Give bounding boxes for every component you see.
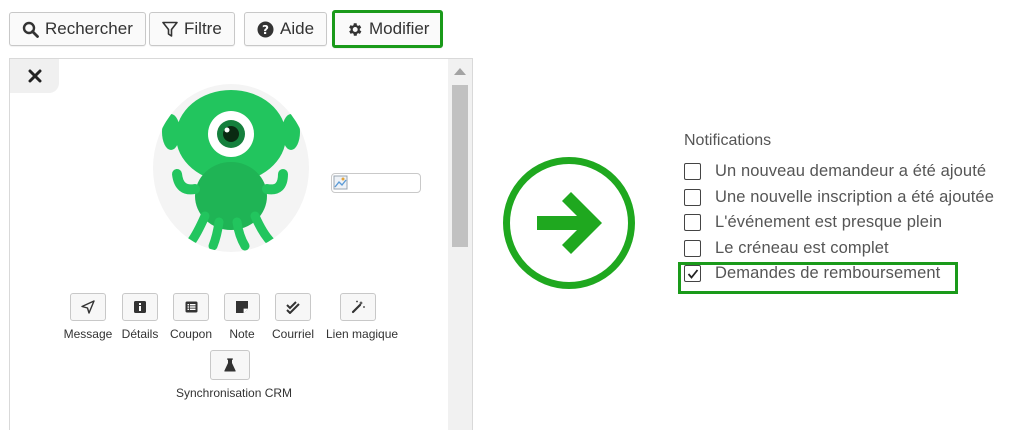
broken-image-icon: [333, 175, 348, 190]
note-action-button[interactable]: [224, 293, 260, 321]
notification-label: Une nouvelle inscription a été ajoutée: [715, 187, 994, 206]
magic-link-action-button[interactable]: [340, 293, 376, 321]
list-icon: [185, 301, 197, 313]
edit-button[interactable]: Modifier: [332, 10, 444, 48]
edit-button-label: Modifier: [369, 19, 430, 38]
arrow-right-icon: [537, 192, 602, 254]
question-circle-icon: ?: [257, 21, 274, 37]
close-button[interactable]: [10, 59, 59, 93]
send-icon: [81, 300, 95, 314]
email-action-label: Courriel: [271, 327, 314, 341]
magic-wand-icon: [351, 300, 365, 314]
search-icon: [22, 21, 39, 38]
checkbox-new-requester[interactable]: [684, 163, 701, 181]
help-button-label: Aide: [280, 19, 315, 38]
filter-button[interactable]: Filtre: [149, 12, 235, 46]
checkbox-new-registration[interactable]: [684, 188, 701, 206]
search-button[interactable]: Rechercher: [9, 12, 146, 46]
notification-row-new-registration[interactable]: Une nouvelle inscription a été ajoutée: [684, 185, 994, 211]
notification-row-new-requester[interactable]: Un nouveau demandeur a été ajouté: [684, 159, 994, 185]
notification-row-event-almost-full[interactable]: L'événement est presque plein: [684, 210, 994, 236]
crm-sync-action-label: Synchronisation CRM: [176, 386, 293, 400]
notification-row-slot-full[interactable]: Le créneau est complet: [684, 236, 994, 262]
info-icon: [134, 301, 146, 313]
crm-sync-action-button[interactable]: [210, 350, 250, 380]
notifications-title: Notifications: [684, 132, 772, 149]
filter-icon: [162, 21, 178, 37]
magic-link-action[interactable]: Lien magique: [326, 293, 399, 341]
checkbox-event-almost-full[interactable]: [684, 214, 701, 232]
coupon-action-button[interactable]: [173, 293, 209, 321]
details-panel: Message Détails Coupon Note Courriel Lie…: [9, 58, 473, 430]
checkbox-slot-full[interactable]: [684, 239, 701, 257]
svg-text:?: ?: [262, 23, 269, 37]
notification-label: Le créneau est complet: [715, 238, 889, 257]
double-check-icon: [286, 300, 300, 314]
avatar: [153, 84, 309, 252]
close-icon: [28, 69, 41, 83]
email-action[interactable]: Courriel: [261, 293, 325, 341]
crm-sync-action[interactable]: Synchronisation CRM: [176, 350, 293, 400]
scroll-thumb[interactable]: [452, 85, 468, 247]
gear-icon: [349, 22, 362, 36]
help-button[interactable]: ? Aide: [244, 12, 328, 46]
magic-link-action-label: Lien magique: [326, 327, 399, 341]
notification-label: L'événement est presque plein: [715, 213, 943, 232]
search-button-label: Rechercher: [45, 19, 133, 38]
details-action-button[interactable]: [122, 293, 158, 321]
flask-icon: [224, 358, 236, 372]
notification-label: Un nouveau demandeur a été ajouté: [715, 162, 987, 181]
scrollbar[interactable]: [448, 59, 472, 430]
arrow-circle: [503, 157, 635, 289]
note-icon: [236, 301, 248, 313]
filter-button-label: Filtre: [184, 19, 222, 38]
broken-image: [331, 173, 421, 193]
message-action-button[interactable]: [70, 293, 106, 321]
scroll-up-arrow-icon[interactable]: [454, 68, 466, 75]
refund-requests-highlight: [678, 262, 958, 294]
green-monster-avatar-icon: [162, 90, 300, 251]
email-action-button[interactable]: [275, 293, 311, 321]
